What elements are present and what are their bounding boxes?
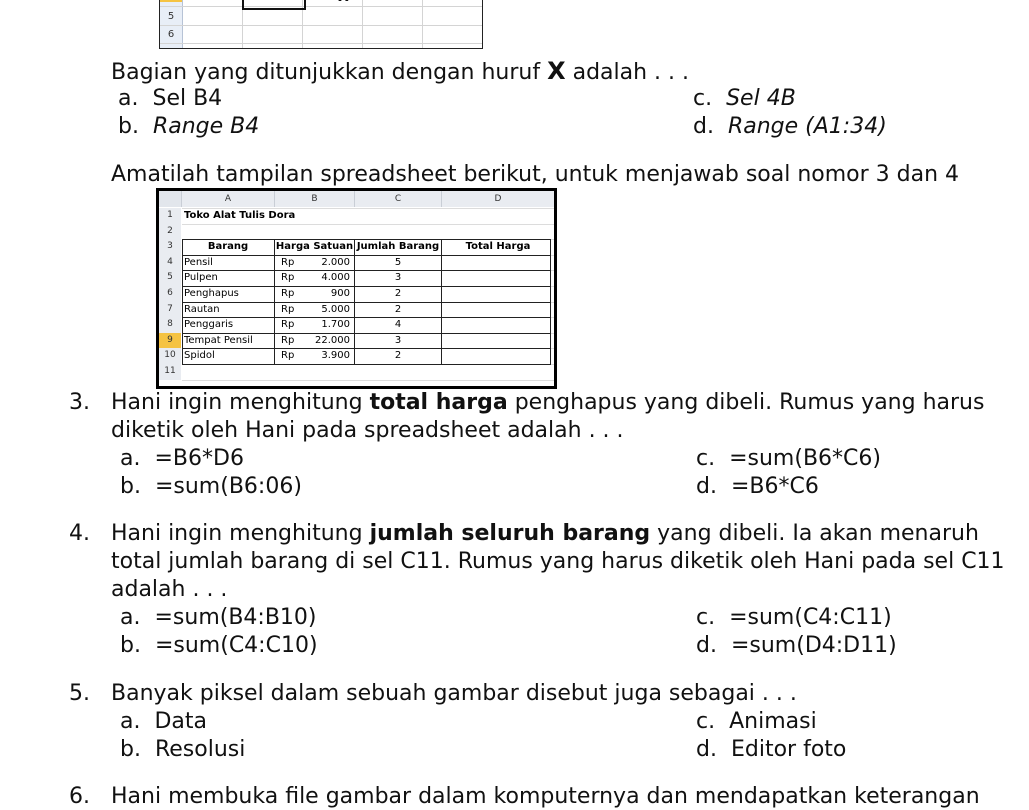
item-qty-cell: 2 xyxy=(394,288,402,299)
header-barang: Barang xyxy=(207,241,249,253)
item-name-cell: Pulpen xyxy=(184,272,218,284)
q4-line3: adalah . . . xyxy=(111,577,228,602)
column-header-d: D xyxy=(442,191,554,207)
header-total-harga: Total Harga xyxy=(465,241,531,253)
cropped-spreadsheet-image: 4 5 6 X xyxy=(159,0,483,49)
q5-option-c: c. Animasi xyxy=(696,709,817,734)
item-price-cell: 22.000 xyxy=(315,334,350,346)
currency-cell: Rp xyxy=(281,272,295,284)
q2-option-c: c. Sel 4B xyxy=(693,86,796,111)
q5-question: Banyak piksel dalam sebuah gambar disebu… xyxy=(111,681,797,706)
q3-line1: Hani ingin menghitung total harga pengha… xyxy=(111,390,985,415)
currency-cell: Rp xyxy=(281,288,295,299)
q4-option-c: c. =sum(C4:C11) xyxy=(696,605,892,630)
grid-line xyxy=(182,223,554,225)
row-header: 6 xyxy=(159,286,181,302)
item-name-cell: Tempat Pensil xyxy=(184,334,253,346)
table-border xyxy=(441,239,442,365)
sheet-corner xyxy=(159,191,182,207)
currency-cell: Rp xyxy=(281,319,295,331)
item-name-cell: Penghapus xyxy=(184,288,239,299)
currency-cell: Rp xyxy=(281,256,295,268)
item-price-cell: 2.000 xyxy=(321,256,350,268)
q2-option-d: d. Range (A1:34) xyxy=(693,114,887,139)
row-number: 4 xyxy=(160,0,182,2)
q4-option-d: d. =sum(D4:D11) xyxy=(696,633,897,658)
item-price-cell: 4.000 xyxy=(321,272,350,284)
header-jumlah-barang: Jumlah Barang xyxy=(356,241,440,253)
row-header: 2 xyxy=(159,223,181,240)
grid-line xyxy=(160,6,482,7)
q2-bold-letter: X xyxy=(547,57,566,85)
selected-cell-outline xyxy=(242,0,306,10)
column-header-c: C xyxy=(355,191,442,207)
item-qty-cell: 3 xyxy=(394,334,402,346)
currency-cell: Rp xyxy=(281,350,295,362)
table-border xyxy=(182,239,183,365)
intro-text: Amatilah tampilan spreadsheet berikut, u… xyxy=(111,162,960,187)
grid-line xyxy=(362,0,363,48)
q5-option-d: d. Editor foto xyxy=(696,737,847,762)
row-header: 3 xyxy=(159,239,181,255)
table-border xyxy=(182,364,551,365)
grid-line xyxy=(160,25,482,26)
q4-number: 4. xyxy=(69,521,90,546)
grid-line xyxy=(160,43,482,44)
q4-line2: total jumlah barang di sel C11. Rumus ya… xyxy=(111,549,1005,574)
item-qty-cell: 2 xyxy=(394,350,402,362)
currency-cell: Rp xyxy=(281,334,295,346)
item-name-cell: Penggaris xyxy=(184,319,234,331)
q4-line1: Hani ingin menghitung jumlah seluruh bar… xyxy=(111,521,979,546)
table-border xyxy=(274,239,275,365)
row-header: 11 xyxy=(159,364,181,380)
pointer-label: X xyxy=(338,0,349,4)
item-qty-cell: 4 xyxy=(394,319,402,331)
q3-option-c: c. =sum(B6*C6) xyxy=(696,446,881,471)
item-price-cell: 1.700 xyxy=(321,319,350,331)
sheet-title: Toko Alat Tulis Dora xyxy=(184,210,296,221)
q3-option-a: a. =B6*D6 xyxy=(120,446,244,471)
row-number: 5 xyxy=(167,11,175,22)
q2-option-a: a. Sel B4 xyxy=(118,86,223,111)
item-qty-cell: 5 xyxy=(394,256,402,268)
row-header: 4 xyxy=(159,254,181,271)
q6-number: 6. xyxy=(69,784,90,809)
item-price-cell: 3.900 xyxy=(321,350,350,362)
currency-cell: Rp xyxy=(281,303,295,315)
row-header: 8 xyxy=(159,317,181,333)
row-header: 10 xyxy=(159,348,181,364)
row-header: 5 xyxy=(159,270,181,286)
row-header: 1 xyxy=(159,208,181,224)
row-header: 7 xyxy=(159,301,181,318)
grid-line xyxy=(182,379,554,381)
q3-number: 3. xyxy=(69,390,90,415)
table-border xyxy=(550,239,551,365)
header-harga-satuan: Harga Satuan xyxy=(275,241,354,253)
q5-number: 5. xyxy=(69,681,90,706)
q3-line2: diketik oleh Hani pada spreadsheet adala… xyxy=(111,418,624,443)
q5-option-b: b. Resolusi xyxy=(120,737,246,762)
item-name-cell: Spidol xyxy=(184,350,215,362)
q2-option-b: b. Range B4 xyxy=(118,114,260,139)
row-number: 6 xyxy=(167,29,175,40)
q3-option-b: b. =sum(B6:06) xyxy=(120,474,302,499)
item-qty-cell: 2 xyxy=(394,303,402,315)
q4-option-a: a. =sum(B4:B10) xyxy=(120,605,317,630)
item-qty-cell: 3 xyxy=(394,272,402,284)
item-price-cell: 5.000 xyxy=(321,303,350,315)
grid-line xyxy=(422,0,423,48)
q5-option-a: a. Data xyxy=(120,709,208,734)
item-name-cell: Pensil xyxy=(184,256,213,268)
column-header-a: A xyxy=(182,191,275,207)
q2-question: Bagian yang ditunjukkan dengan huruf X a… xyxy=(111,57,690,85)
row-header: 9 xyxy=(159,332,181,349)
q6-line1: Hani membuka file gambar dalam komputern… xyxy=(111,784,980,809)
column-header-b: B xyxy=(275,191,355,207)
q3-option-d: d. =B6*C6 xyxy=(696,474,819,499)
item-price-cell: 900 xyxy=(330,288,350,299)
item-name-cell: Rautan xyxy=(184,303,220,315)
q4-option-b: b. =sum(C4:C10) xyxy=(120,633,318,658)
store-spreadsheet-image: A B C D 1 2 3 4 5 6 7 8 9 10 11 Toko Alat Tulis Do… xyxy=(156,188,557,389)
